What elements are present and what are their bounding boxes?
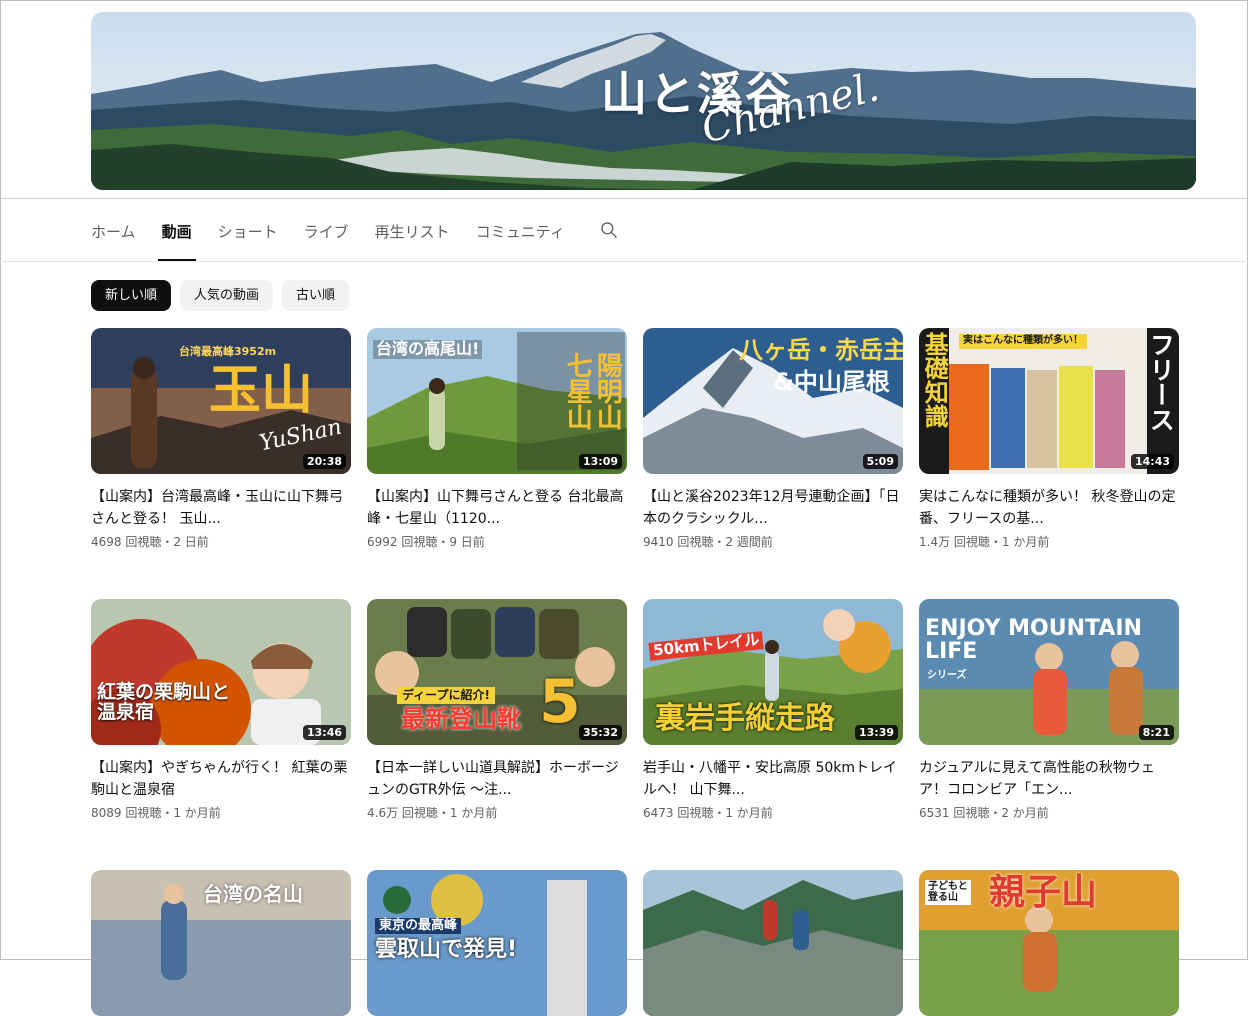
video-title[interactable]: カジュアルに見えて高性能の秋物ウェア！コロンビア「エン...: [919, 757, 1179, 801]
thumb-big-text: 雲取山で発見!: [375, 937, 518, 962]
video-thumbnail[interactable]: 紅葉の栗駒山と温泉宿 13:46: [91, 599, 351, 745]
video-card: [643, 870, 903, 1016]
thumb-sub-text: シリーズ: [927, 670, 967, 681]
video-card: 子どもと登る山 親子山: [919, 870, 1179, 1016]
search-icon[interactable]: [599, 220, 619, 240]
video-thumbnail[interactable]: [643, 870, 903, 1016]
video-meta: 6473 回視聴・1 か月前: [643, 806, 773, 820]
duration-badge: 5:09: [862, 454, 898, 469]
video-title[interactable]: 【日本一詳しい山道具解説】ホーボージュンのGTR外伝 ～注...: [367, 757, 627, 801]
thumb-line2: &中山尾根: [773, 368, 890, 396]
video-title[interactable]: 【山案内】台湾最高峰・玉山に山下舞弓さんと登る！ 玉山...: [91, 486, 351, 530]
video-thumbnail[interactable]: 50kmトレイル 裏岩手縦走路 13:39: [643, 599, 903, 745]
chip-oldest[interactable]: 古い順: [282, 280, 350, 311]
video-thumbnail[interactable]: 八ヶ岳・赤岳主稜 &中山尾根 5:09: [643, 328, 903, 474]
tab-live[interactable]: ライブ: [304, 221, 349, 261]
video-thumbnail[interactable]: 子どもと登る山 親子山: [919, 870, 1179, 1016]
video-card: ENJOY MOUNTAIN LIFE シリーズ 8:21 カジュアルに見えて高…: [919, 599, 1179, 821]
video-thumbnail[interactable]: 台湾最高峰3952m 玉山 YuShan 20:38: [91, 328, 351, 474]
video-meta: 6531 回視聴・2 か月前: [919, 806, 1049, 820]
thumb-right-text: フリース: [1146, 332, 1176, 432]
thumb-big-text: 七星山: [562, 352, 593, 430]
video-meta: 1.4万 回視聴・1 か月前: [919, 535, 1050, 549]
tab-shorts[interactable]: ショート: [218, 221, 278, 261]
video-meta: 4698 回視聴・2 日前: [91, 535, 209, 549]
duration-badge: 13:09: [578, 454, 622, 469]
thumb-tag-text: 東京の最高峰: [375, 918, 462, 934]
channel-tabs: ホーム 動画 ショート ライブ 再生リスト コミュニティ: [91, 221, 619, 261]
video-title[interactable]: 【山と溪谷2023年12月号連動企画】「日本のクラシックル...: [643, 486, 903, 530]
thumb-number: 5: [539, 667, 581, 737]
thumb-line1: 八ヶ岳・赤岳主稜: [739, 336, 903, 364]
video-card: 東京の最高峰 雲取山で発見!: [367, 870, 627, 1016]
duration-badge: 13:39: [854, 725, 898, 740]
thumbnail-image: [643, 870, 903, 1016]
thumb-banner-text: 実はこんなに種類が多い！: [959, 334, 1087, 349]
thumb-big-text: ENJOY MOUNTAIN LIFE: [925, 616, 1142, 665]
thumb-big-text: 玉山: [209, 361, 314, 421]
video-card: 紅葉の栗駒山と温泉宿 13:46 【山案内】やぎちゃんが行く！ 紅葉の栗駒山と温…: [91, 599, 351, 821]
thumb-big-text: 台湾の名山: [203, 882, 303, 906]
sort-chips: 新しい順 人気の動画 古い順: [91, 280, 358, 311]
video-card: 台湾の名山: [91, 870, 351, 1016]
thumb-tag-text: 子どもと登る山: [925, 880, 971, 905]
video-thumbnail[interactable]: ENJOY MOUNTAIN LIFE シリーズ 8:21: [919, 599, 1179, 745]
video-card: 基礎知識 フリース 実はこんなに種類が多い！ 14:43 実はこんなに種類が多い…: [919, 328, 1179, 550]
video-card: 八ヶ岳・赤岳主稜 &中山尾根 5:09 【山と溪谷2023年12月号連動企画】「…: [643, 328, 903, 550]
thumbnail-image: [919, 328, 1179, 474]
video-card: 50kmトレイル 裏岩手縦走路 13:39 岩手山・八幡平・安比高原 50kmト…: [643, 599, 903, 821]
duration-badge: 14:43: [1130, 454, 1174, 469]
video-thumbnail[interactable]: 台湾の名山: [91, 870, 351, 1016]
thumb-big-text: 裏岩手縦走路: [655, 701, 835, 736]
duration-badge: 8:21: [1138, 725, 1174, 740]
video-title[interactable]: 【山案内】やぎちゃんが行く！ 紅葉の栗駒山と温泉宿: [91, 757, 351, 801]
thumbnail-image: [91, 599, 351, 745]
thumb-big-text: 紅葉の栗駒山と温泉宿: [97, 681, 231, 723]
thumb-big-text: 親子山: [989, 872, 1098, 913]
tab-home[interactable]: ホーム: [91, 221, 136, 261]
divider: [0, 198, 1248, 199]
video-thumbnail[interactable]: ディープに紹介! 最新登山靴 5 35:32: [367, 599, 627, 745]
duration-badge: 35:32: [578, 725, 622, 740]
thumb-caption: 台湾最高峰3952m: [179, 345, 277, 358]
video-meta: 4.6万 回視聴・1 か月前: [367, 806, 498, 820]
chip-newest[interactable]: 新しい順: [91, 280, 172, 311]
duration-badge: 20:38: [302, 454, 346, 469]
tab-playlists[interactable]: 再生リスト: [375, 221, 450, 261]
duration-badge: 13:46: [302, 725, 346, 740]
video-title[interactable]: 実はこんなに種類が多い！ 秋冬登山の定番、フリースの基...: [919, 486, 1179, 530]
video-title[interactable]: 【山案内】山下舞弓さんと登る 台北最高峰・七星山（1120...: [367, 486, 627, 530]
thumb-tag-text: 台湾の高尾山!: [373, 340, 483, 359]
video-meta: 6992 回視聴・9 日前: [367, 535, 485, 549]
video-thumbnail[interactable]: 台湾の高尾山! 七星山 陽明山 13:09: [367, 328, 627, 474]
thumb-tag-text: ディープに紹介!: [397, 687, 495, 704]
divider: [0, 261, 1248, 262]
video-meta: 9410 回視聴・2 週間前: [643, 535, 773, 549]
video-thumbnail[interactable]: 基礎知識 フリース 実はこんなに種類が多い！ 14:43: [919, 328, 1179, 474]
video-card: 台湾の高尾山! 七星山 陽明山 13:09 【山案内】山下舞弓さんと登る 台北最…: [367, 328, 627, 550]
tab-community[interactable]: コミュニティ: [476, 221, 565, 261]
thumb-big-text: 陽明山: [592, 352, 623, 430]
video-thumbnail[interactable]: 東京の最高峰 雲取山で発見!: [367, 870, 627, 1016]
video-card: 台湾最高峰3952m 玉山 YuShan 20:38 【山案内】台湾最高峰・玉山…: [91, 328, 351, 550]
thumb-big-text: 最新登山靴: [401, 705, 521, 733]
tab-videos[interactable]: 動画: [157, 221, 196, 261]
video-title[interactable]: 岩手山・八幡平・安比高原 50kmトレイルへ！ 山下舞...: [643, 757, 903, 801]
thumb-left-text: 基礎知識: [920, 332, 949, 428]
chip-popular[interactable]: 人気の動画: [180, 280, 274, 311]
video-meta: 8089 回視聴・1 か月前: [91, 806, 221, 820]
channel-banner: 山と溪谷 Channel.: [91, 12, 1196, 190]
video-card: ディープに紹介! 最新登山靴 5 35:32 【日本一詳しい山道具解説】ホーボー…: [367, 599, 627, 821]
